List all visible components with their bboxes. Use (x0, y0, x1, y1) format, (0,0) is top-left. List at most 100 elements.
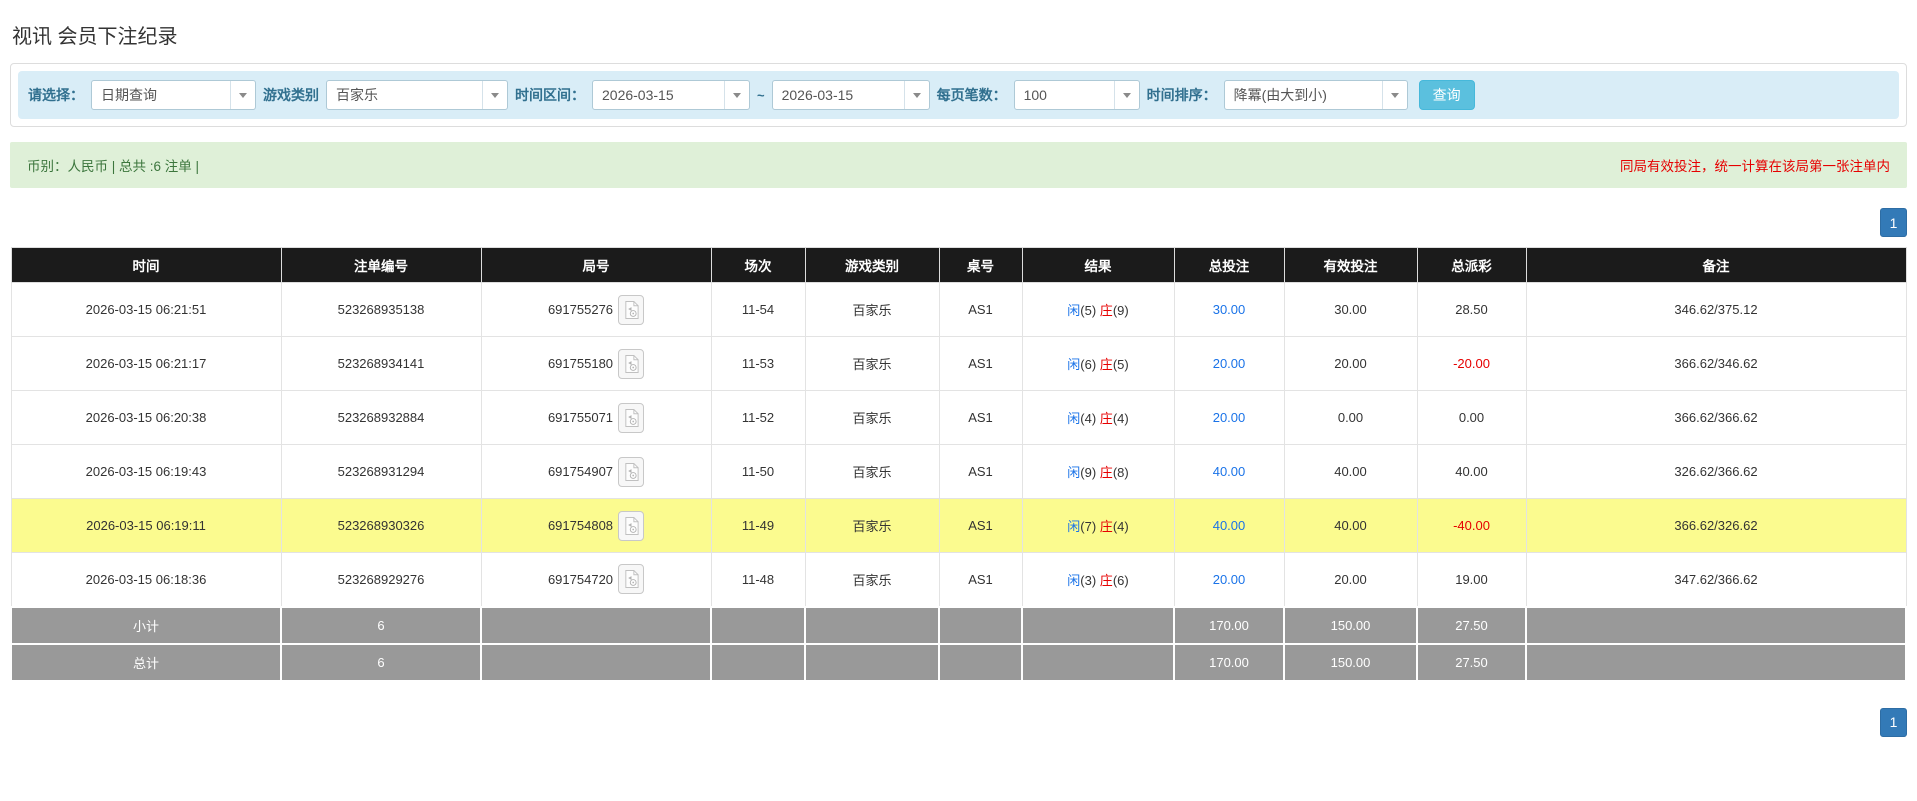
cell-remark: 347.62/366.62 (1525, 552, 1907, 607)
page-size-label: 每页笔数： (936, 87, 1007, 103)
footer-empty-remark (1525, 605, 1907, 645)
result-banker-score: (9) (1112, 303, 1129, 318)
cell-valid-bet: 20.00 (1283, 336, 1418, 391)
cell-total-bet: 40.00 (1173, 498, 1285, 553)
result-banker-score: (8) (1112, 465, 1129, 480)
filter-panel: 请选择： 日期查询 游戏类别 百家乐 时间区间： 2026-03-15 ~ 20… (10, 63, 1907, 127)
cell-remark: 326.62/366.62 (1525, 444, 1907, 499)
column-header-10: 备注 (1525, 247, 1907, 283)
column-header-4: 游戏类别 (804, 247, 940, 283)
cell-valid-bet: 0.00 (1283, 390, 1418, 445)
cell-bet-id: 523268931294 (280, 444, 482, 499)
chevron-down-icon (230, 81, 255, 109)
time-sort-value: 降冪(由大到小) (1233, 87, 1327, 103)
game-category-label: 游戏类别 (263, 87, 319, 103)
cell-table-no: AS1 (938, 444, 1023, 499)
cell-game-category: 百家乐 (804, 336, 940, 391)
cell-time: 2026-03-15 06:19:11 (10, 498, 282, 553)
page-title: 视讯 会员下注纪录 (12, 26, 178, 48)
cell-round: 691755276 (480, 282, 712, 337)
pagination-top: 1 (10, 208, 1907, 237)
video-replay-button[interactable] (618, 456, 645, 487)
video-file-icon (624, 354, 639, 373)
column-header-8: 有效投注 (1283, 247, 1418, 283)
cell-session: 11-53 (710, 336, 806, 391)
cell-payout: 0.00 (1416, 390, 1527, 445)
summary-row: 总计 6 170.00 150.00 27.50 (10, 642, 1907, 682)
cell-payout: 40.00 (1416, 444, 1527, 499)
video-replay-button[interactable] (618, 564, 645, 595)
result-banker-label: 庄 (1099, 519, 1113, 534)
cell-valid-bet: 30.00 (1283, 282, 1418, 337)
footer-payout: 27.50 (1416, 642, 1527, 682)
result-banker-label: 庄 (1099, 357, 1113, 372)
page-root: 视讯 会员下注纪录 请选择： 日期查询 游戏类别 百家乐 时间区间： 2026-… (0, 0, 1917, 737)
result-player-score: (6) (1080, 357, 1100, 372)
video-replay-button[interactable] (618, 402, 645, 433)
cell-game-category: 百家乐 (804, 282, 940, 337)
date-to-select[interactable]: 2026-03-15 (771, 80, 930, 110)
query-type-select[interactable]: 日期查询 (91, 80, 256, 110)
date-to-value: 2026-03-15 (781, 87, 854, 103)
video-file-icon (624, 408, 639, 427)
video-replay-button[interactable] (618, 294, 645, 325)
query-type-value: 日期查询 (101, 87, 157, 103)
time-sort-select[interactable]: 降冪(由大到小) (1223, 80, 1408, 110)
video-replay-button[interactable] (618, 348, 645, 379)
result-banker-score: (4) (1112, 519, 1129, 534)
video-replay-button[interactable] (618, 510, 645, 541)
page-size-select[interactable]: 100 (1013, 80, 1140, 110)
cell-round: 691755071 (480, 390, 712, 445)
cell-total-bet: 30.00 (1173, 282, 1285, 337)
cell-round: 691754720 (480, 552, 712, 607)
footer-count: 6 (280, 642, 482, 682)
cell-game-category: 百家乐 (804, 390, 940, 445)
footer-empty-game (804, 605, 940, 645)
column-header-1: 注单编号 (280, 247, 482, 283)
summary-currency-count: 币别：人民币 | 总共 :6 注单 | (27, 159, 200, 174)
cell-game-category: 百家乐 (804, 444, 940, 499)
summary-row: 小计 6 170.00 150.00 27.50 (10, 605, 1907, 645)
result-player-score: (3) (1080, 572, 1100, 588)
cell-game-category: 百家乐 (804, 498, 940, 553)
page-1-button[interactable]: 1 (1880, 707, 1907, 737)
cell-result: 闲(7) 庄(4) (1021, 498, 1175, 553)
cell-remark: 346.62/375.12 (1525, 282, 1907, 337)
video-file-icon (624, 462, 639, 481)
cell-result: 闲(3) 庄(6) (1021, 552, 1175, 607)
table-row: 2026-03-15 06:19:11 523268930326 691754808… (10, 498, 1907, 553)
round-number: 691755180 (547, 356, 614, 371)
round-number: 691754720 (547, 571, 614, 587)
table-row: 2026-03-15 06:19:43 523268931294 691754907… (10, 444, 1907, 499)
cell-result: 闲(5) 庄(9) (1021, 282, 1175, 337)
cell-time: 2026-03-15 06:21:17 (10, 336, 282, 391)
date-from-select[interactable]: 2026-03-15 (592, 80, 750, 110)
cell-session: 11-54 (710, 282, 806, 337)
column-header-6: 结果 (1021, 247, 1175, 283)
page-1-button[interactable]: 1 (1880, 208, 1907, 237)
round-number: 691755276 (547, 302, 614, 317)
column-header-9: 总派彩 (1416, 247, 1527, 283)
round-number: 691754907 (547, 464, 614, 479)
game-category-value: 百家乐 (336, 87, 378, 103)
game-category-select[interactable]: 百家乐 (326, 80, 508, 110)
footer-empty-session (710, 605, 806, 645)
chevron-down-icon (482, 81, 507, 109)
result-player-score: (4) (1080, 411, 1100, 426)
result-banker-label: 庄 (1099, 465, 1113, 480)
table-footer: 小计 6 170.00 150.00 27.50 总计 6 170.00 150.00 27.50 (10, 605, 1907, 682)
footer-empty-result (1021, 642, 1175, 682)
footer-empty-table (938, 642, 1023, 682)
footer-empty-result (1021, 605, 1175, 645)
cell-table-no: AS1 (938, 282, 1023, 337)
pagination-bottom: 1 (10, 707, 1907, 737)
result-banker-label: 庄 (1099, 411, 1113, 426)
footer-empty-round (480, 605, 712, 645)
chevron-down-icon (724, 81, 749, 109)
cell-valid-bet: 20.00 (1283, 552, 1418, 607)
cell-session: 11-49 (710, 498, 806, 553)
cell-bet-id: 523268930326 (280, 498, 482, 553)
search-button[interactable]: 查询 (1418, 80, 1475, 110)
video-file-icon (624, 570, 639, 589)
cell-bet-id: 523268932884 (280, 390, 482, 445)
